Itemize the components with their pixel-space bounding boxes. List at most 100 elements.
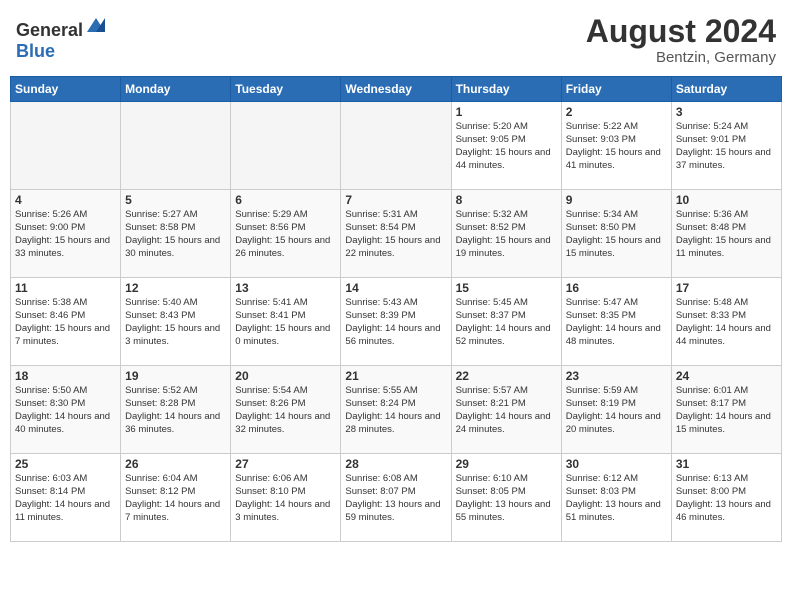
weekday-header-thursday: Thursday <box>451 77 561 102</box>
day-number: 13 <box>235 281 336 295</box>
calendar-cell-4: 4 Sunrise: 5:26 AMSunset: 9:00 PMDaylight… <box>11 190 121 278</box>
day-info: Sunrise: 5:24 AMSunset: 9:01 PMDaylight:… <box>676 121 777 172</box>
day-info: Sunrise: 5:40 AMSunset: 8:43 PMDaylight:… <box>125 297 226 348</box>
weekday-header-row: SundayMondayTuesdayWednesdayThursdayFrid… <box>11 77 782 102</box>
day-number: 9 <box>566 193 667 207</box>
calendar-cell-18: 18 Sunrise: 5:50 AMSunset: 8:30 PMDayligh… <box>11 366 121 454</box>
month-year: August 2024 <box>586 14 776 49</box>
calendar-cell-27: 27 Sunrise: 6:06 AMSunset: 8:10 PMDayligh… <box>231 454 341 542</box>
weekday-header-saturday: Saturday <box>671 77 781 102</box>
title-section: August 2024 Bentzin, Germany <box>586 14 776 66</box>
day-info: Sunrise: 5:57 AMSunset: 8:21 PMDaylight:… <box>456 385 557 436</box>
day-info: Sunrise: 5:22 AMSunset: 9:03 PMDaylight:… <box>566 121 667 172</box>
day-number: 20 <box>235 369 336 383</box>
day-number: 26 <box>125 457 226 471</box>
weekday-header-friday: Friday <box>561 77 671 102</box>
day-info: Sunrise: 5:27 AMSunset: 8:58 PMDaylight:… <box>125 209 226 260</box>
location: Bentzin, Germany <box>586 49 776 66</box>
calendar-cell-empty-0-1 <box>121 102 231 190</box>
day-info: Sunrise: 6:12 AMSunset: 8:03 PMDaylight:… <box>566 473 667 524</box>
calendar-cell-10: 10 Sunrise: 5:36 AMSunset: 8:48 PMDayligh… <box>671 190 781 278</box>
day-info: Sunrise: 5:47 AMSunset: 8:35 PMDaylight:… <box>566 297 667 348</box>
calendar-cell-26: 26 Sunrise: 6:04 AMSunset: 8:12 PMDayligh… <box>121 454 231 542</box>
day-info: Sunrise: 5:31 AMSunset: 8:54 PMDaylight:… <box>345 209 446 260</box>
day-number: 12 <box>125 281 226 295</box>
day-number: 25 <box>15 457 116 471</box>
day-info: Sunrise: 6:01 AMSunset: 8:17 PMDaylight:… <box>676 385 777 436</box>
day-number: 29 <box>456 457 557 471</box>
weekday-header-tuesday: Tuesday <box>231 77 341 102</box>
day-number: 2 <box>566 105 667 119</box>
calendar-cell-19: 19Sunrise: 5:52 AMSunset: 8:28 PMDayligh… <box>121 366 231 454</box>
calendar-cell-25: 25Sunrise: 6:03 AMSunset: 8:14 PMDayligh… <box>11 454 121 542</box>
day-number: 3 <box>676 105 777 119</box>
day-info: Sunrise: 5:50 AMSunset: 8:30 PMDaylight:… <box>15 385 116 436</box>
day-info: Sunrise: 6:08 AMSunset: 8:07 PMDaylight:… <box>345 473 446 524</box>
calendar-cell-22: 22 Sunrise: 5:57 AMSunset: 8:21 PMDayligh… <box>451 366 561 454</box>
day-info: Sunrise: 5:43 AMSunset: 8:39 PMDaylight:… <box>345 297 446 348</box>
logo-icon <box>85 14 107 36</box>
day-number: 24 <box>676 369 777 383</box>
day-info: Sunrise: 5:59 AMSunset: 8:19 PMDaylight:… <box>566 385 667 436</box>
day-number: 31 <box>676 457 777 471</box>
calendar-cell-5: 5 Sunrise: 5:27 AMSunset: 8:58 PMDaylight… <box>121 190 231 278</box>
calendar-cell-12: 12 Sunrise: 5:40 AMSunset: 8:43 PMDayligh… <box>121 278 231 366</box>
day-number: 27 <box>235 457 336 471</box>
calendar-cell-21: 21 Sunrise: 5:55 AMSunset: 8:24 PMDayligh… <box>341 366 451 454</box>
day-number: 17 <box>676 281 777 295</box>
weekday-header-monday: Monday <box>121 77 231 102</box>
page-header: General Blue August 2024 Bentzin, German… <box>10 10 782 70</box>
day-number: 15 <box>456 281 557 295</box>
day-number: 1 <box>456 105 557 119</box>
day-number: 28 <box>345 457 446 471</box>
day-info: Sunrise: 5:34 AMSunset: 8:50 PMDaylight:… <box>566 209 667 260</box>
calendar-cell-29: 29Sunrise: 6:10 AMSunset: 8:05 PMDayligh… <box>451 454 561 542</box>
logo-general: General <box>16 20 83 40</box>
calendar-cell-30: 30 Sunrise: 6:12 AMSunset: 8:03 PMDayligh… <box>561 454 671 542</box>
day-info: Sunrise: 5:55 AMSunset: 8:24 PMDaylight:… <box>345 385 446 436</box>
day-info: Sunrise: 5:48 AMSunset: 8:33 PMDaylight:… <box>676 297 777 348</box>
day-info: Sunrise: 5:54 AMSunset: 8:26 PMDaylight:… <box>235 385 336 436</box>
day-info: Sunrise: 5:41 AMSunset: 8:41 PMDaylight:… <box>235 297 336 348</box>
calendar-cell-1: 1Sunrise: 5:20 AMSunset: 9:05 PMDaylight… <box>451 102 561 190</box>
day-number: 11 <box>15 281 116 295</box>
calendar-cell-6: 6Sunrise: 5:29 AMSunset: 8:56 PMDaylight… <box>231 190 341 278</box>
calendar-cell-13: 13 Sunrise: 5:41 AMSunset: 8:41 PMDayligh… <box>231 278 341 366</box>
day-info: Sunrise: 5:26 AMSunset: 9:00 PMDaylight:… <box>15 209 116 260</box>
day-number: 18 <box>15 369 116 383</box>
day-number: 5 <box>125 193 226 207</box>
calendar-cell-16: 16 Sunrise: 5:47 AMSunset: 8:35 PMDayligh… <box>561 278 671 366</box>
logo-blue: Blue <box>16 41 55 61</box>
day-number: 19 <box>125 369 226 383</box>
week-row-3: 11Sunrise: 5:38 AMSunset: 8:46 PMDayligh… <box>11 278 782 366</box>
calendar-cell-empty-0-2 <box>231 102 341 190</box>
weekday-header-sunday: Sunday <box>11 77 121 102</box>
day-info: Sunrise: 6:04 AMSunset: 8:12 PMDaylight:… <box>125 473 226 524</box>
day-number: 10 <box>676 193 777 207</box>
logo: General Blue <box>16 14 107 62</box>
week-row-4: 18 Sunrise: 5:50 AMSunset: 8:30 PMDayligh… <box>11 366 782 454</box>
calendar-cell-7: 7 Sunrise: 5:31 AMSunset: 8:54 PMDaylight… <box>341 190 451 278</box>
calendar-cell-11: 11Sunrise: 5:38 AMSunset: 8:46 PMDayligh… <box>11 278 121 366</box>
day-number: 22 <box>456 369 557 383</box>
day-info: Sunrise: 5:36 AMSunset: 8:48 PMDaylight:… <box>676 209 777 260</box>
week-row-2: 4 Sunrise: 5:26 AMSunset: 9:00 PMDaylight… <box>11 190 782 278</box>
day-number: 21 <box>345 369 446 383</box>
calendar-cell-31: 31Sunrise: 6:13 AMSunset: 8:00 PMDayligh… <box>671 454 781 542</box>
day-number: 14 <box>345 281 446 295</box>
day-number: 16 <box>566 281 667 295</box>
calendar-cell-24: 24 Sunrise: 6:01 AMSunset: 8:17 PMDayligh… <box>671 366 781 454</box>
day-number: 30 <box>566 457 667 471</box>
day-number: 7 <box>345 193 446 207</box>
calendar-cell-2: 2 Sunrise: 5:22 AMSunset: 9:03 PMDaylight… <box>561 102 671 190</box>
day-number: 8 <box>456 193 557 207</box>
calendar-cell-23: 23Sunrise: 5:59 AMSunset: 8:19 PMDayligh… <box>561 366 671 454</box>
calendar-cell-17: 17 Sunrise: 5:48 AMSunset: 8:33 PMDayligh… <box>671 278 781 366</box>
calendar-table: SundayMondayTuesdayWednesdayThursdayFrid… <box>10 76 782 542</box>
weekday-header-wednesday: Wednesday <box>341 77 451 102</box>
calendar-cell-empty-0-3 <box>341 102 451 190</box>
week-row-5: 25Sunrise: 6:03 AMSunset: 8:14 PMDayligh… <box>11 454 782 542</box>
calendar-cell-20: 20 Sunrise: 5:54 AMSunset: 8:26 PMDayligh… <box>231 366 341 454</box>
day-number: 4 <box>15 193 116 207</box>
day-info: Sunrise: 6:06 AMSunset: 8:10 PMDaylight:… <box>235 473 336 524</box>
